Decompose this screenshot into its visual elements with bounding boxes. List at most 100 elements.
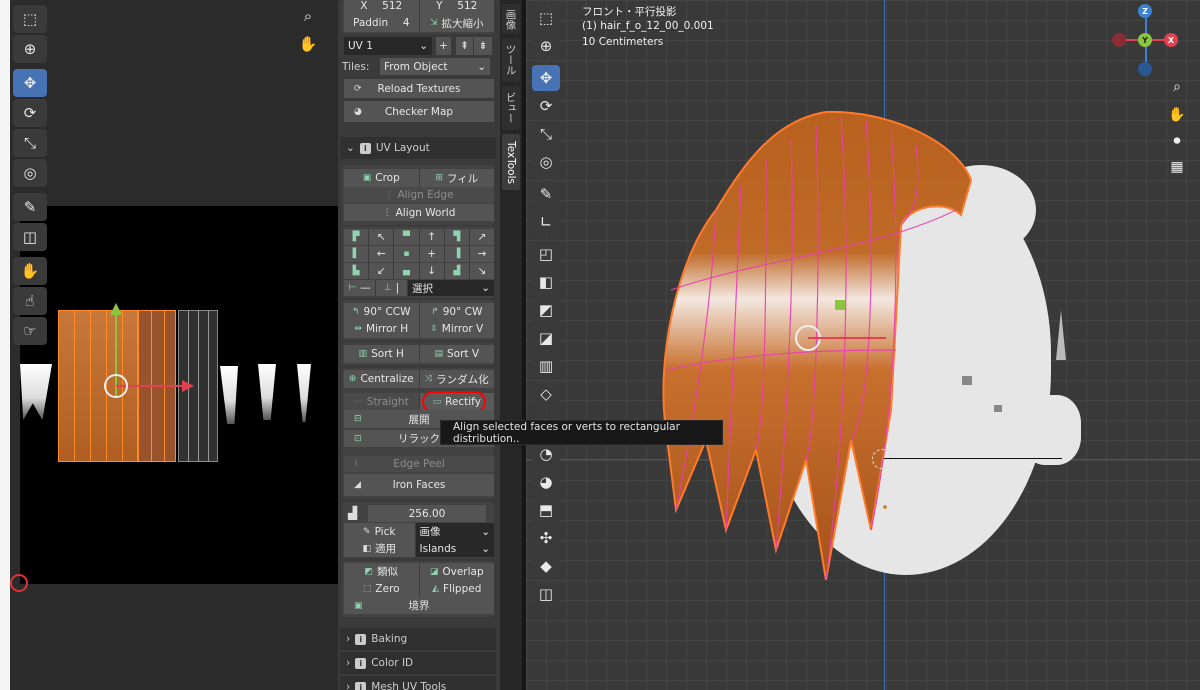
grid-icon[interactable]: ▦ — [1166, 156, 1188, 178]
pinch-icon[interactable]: ☝ — [13, 287, 47, 315]
randomize-button[interactable]: ⤨ ランダム化 — [419, 370, 494, 388]
scale-icon[interactable]: ⤡ — [13, 129, 47, 157]
straight-button[interactable]: ⋯ Straight — [344, 393, 420, 411]
shear-icon[interactable]: ◆ — [532, 553, 560, 579]
gizmo-neg-z-axis[interactable] — [1138, 62, 1152, 76]
pan-hand-icon[interactable]: ✋ — [296, 32, 320, 56]
sort-h-button[interactable]: ▥ Sort H — [344, 345, 420, 363]
mesh-uv-tools-header[interactable]: › i Mesh UV Tools — [340, 676, 496, 690]
tab-view[interactable]: ビュー — [502, 86, 520, 130]
centralize-button[interactable]: ⊕ Centralize — [344, 370, 420, 388]
resize-button[interactable]: ⇲ 拡大縮小 — [419, 14, 494, 32]
select-box-icon[interactable]: ⬚ — [532, 5, 560, 31]
3d-cursor-icon[interactable] — [872, 449, 892, 469]
knife-icon[interactable]: ◇ — [532, 381, 560, 407]
loop-cut-icon[interactable]: ▥ — [532, 353, 560, 379]
rip-region-icon[interactable]: ◫ — [532, 581, 560, 607]
align-center-button[interactable]: ▪ — [394, 246, 420, 262]
shrink-icon[interactable]: ✣ — [532, 525, 560, 551]
uv-layout-header[interactable]: ⌄ i UV Layout — [340, 137, 496, 159]
grab-icon[interactable]: ✋ — [13, 257, 47, 285]
move-gizmo-center[interactable] — [104, 374, 128, 398]
rotate-icon[interactable]: ⟳ — [13, 99, 47, 127]
arrow-up-button[interactable]: ↑ — [419, 229, 445, 245]
small-object[interactable] — [994, 405, 1002, 412]
size-y-field[interactable]: Y 512 — [419, 0, 494, 15]
rotate-icon[interactable]: ⟳ — [532, 93, 560, 119]
baking-header[interactable]: › i Baking — [340, 628, 496, 650]
rip-region-icon[interactable]: ◫ — [13, 223, 47, 251]
smooth-icon[interactable]: ◕ — [532, 469, 560, 495]
align-bottom-left-button[interactable]: ▙ — [344, 263, 370, 279]
reload-textures-button[interactable]: ⟳ Reload Textures — [344, 79, 494, 98]
annotate-icon[interactable]: ✎ — [532, 181, 560, 207]
arrow-top-left-button[interactable]: ↖ — [369, 229, 395, 245]
object-gizmo-y-handle[interactable] — [835, 300, 845, 310]
gizmo-x-axis[interactable]: X — [1164, 33, 1178, 47]
scale-icon[interactable]: ⤡ — [532, 121, 560, 147]
arrow-center-button[interactable]: + — [419, 246, 445, 262]
light-object[interactable] — [1056, 310, 1066, 360]
uv-canvas[interactable] — [20, 206, 338, 584]
mirror-h-button[interactable]: ⇹ Mirror H — [344, 320, 420, 338]
uv-map-select[interactable]: UV 1 ⌄ — [344, 37, 432, 55]
checker-map-button[interactable]: ◕ Checker Map — [344, 101, 494, 122]
align-right-button[interactable]: ▐ — [444, 246, 470, 262]
uv-map-up-button[interactable]: ⇞ — [456, 37, 474, 55]
align-world-button[interactable]: ⋮ Align World — [344, 204, 494, 221]
gizmo-neg-x-axis[interactable] — [1112, 33, 1126, 47]
select-similar-button[interactable]: ◩ 類似 — [344, 563, 420, 580]
arrow-down-button[interactable]: ↓ — [419, 263, 445, 279]
align-top-left-button[interactable]: ▛ — [344, 229, 370, 245]
select-flipped-button[interactable]: ◭ Flipped — [419, 580, 494, 597]
transform-icon[interactable]: ◎ — [532, 149, 560, 175]
tab-textools[interactable]: TexTools — [502, 134, 520, 190]
zoom-icon[interactable]: ⌕ — [296, 4, 320, 28]
align-bottom-button[interactable]: ▄ — [394, 263, 420, 279]
cursor-icon[interactable]: ⊕ — [532, 33, 560, 59]
gizmo-z-axis[interactable]: Z — [1138, 4, 1152, 18]
align-mode-select[interactable]: 選択 ⌄ — [408, 280, 494, 296]
iron-faces-button[interactable]: ◢ Iron Faces — [344, 474, 494, 496]
move-icon[interactable]: ✥ — [13, 69, 47, 97]
apply-mode-select[interactable]: Islands ⌄ — [415, 540, 494, 557]
arrow-left-button[interactable]: ← — [369, 246, 395, 262]
gizmo-y-axis[interactable]: Y — [1138, 33, 1152, 47]
inset-icon[interactable]: ◩ — [532, 297, 560, 323]
arrow-top-right-button[interactable]: ↗ — [469, 229, 495, 245]
uv-map-down-button[interactable]: ⇟ — [474, 37, 492, 55]
extrude-icon[interactable]: ◧ — [532, 269, 560, 295]
select-box-icon[interactable]: ⬚ — [13, 5, 47, 33]
tiles-select[interactable]: From Object ⌄ — [380, 58, 490, 75]
align-top-button[interactable]: ▀ — [394, 229, 420, 245]
small-object[interactable] — [962, 376, 972, 385]
bevel-icon[interactable]: ◪ — [532, 325, 560, 351]
uv-2d-cursor-icon[interactable] — [10, 574, 28, 592]
crop-button[interactable]: ▣ Crop — [344, 169, 420, 187]
align-bottom-right-button[interactable]: ▟ — [444, 263, 470, 279]
select-boundary-button[interactable]: ▣ 境界 — [344, 597, 494, 614]
align-left-button[interactable]: ▌ — [344, 246, 370, 262]
align-top-right-button[interactable]: ▜ — [444, 229, 470, 245]
arrow-right-button[interactable]: → — [469, 246, 495, 262]
tab-tool[interactable]: ツール — [502, 38, 520, 82]
padding-field[interactable]: Paddin 4 — [344, 14, 420, 32]
texel-density-field[interactable]: 256.00 — [368, 505, 486, 522]
add-uv-map-button[interactable]: + — [436, 37, 452, 55]
apply-button[interactable]: ◧ 適用 — [344, 540, 416, 557]
object-gizmo-x-axis[interactable] — [808, 337, 886, 339]
align-horizontal-button[interactable]: ⊢ — — [344, 280, 376, 296]
edge-peel-button[interactable]: ⌇ Edge Peel — [344, 456, 494, 472]
sort-v-button[interactable]: ▤ Sort V — [419, 345, 494, 363]
annotate-icon[interactable]: ✎ — [13, 193, 47, 221]
pick-button[interactable]: ✎ Pick — [344, 523, 416, 540]
select-zero-button[interactable]: ⬚ Zero — [344, 580, 420, 597]
size-x-field[interactable]: X 512 — [344, 0, 420, 15]
rotate-cw-button[interactable]: ↱ 90° CW — [419, 303, 494, 321]
rotate-ccw-button[interactable]: ↰ 90° CCW — [344, 303, 420, 321]
relax-icon[interactable]: ☞ — [13, 317, 47, 345]
edge-slide-icon[interactable]: ⬒ — [532, 497, 560, 523]
transform-icon[interactable]: ◎ — [13, 159, 47, 187]
move-gizmo-y-arrow[interactable] — [110, 303, 122, 315]
arrow-bottom-right-button[interactable]: ↘ — [469, 263, 495, 279]
